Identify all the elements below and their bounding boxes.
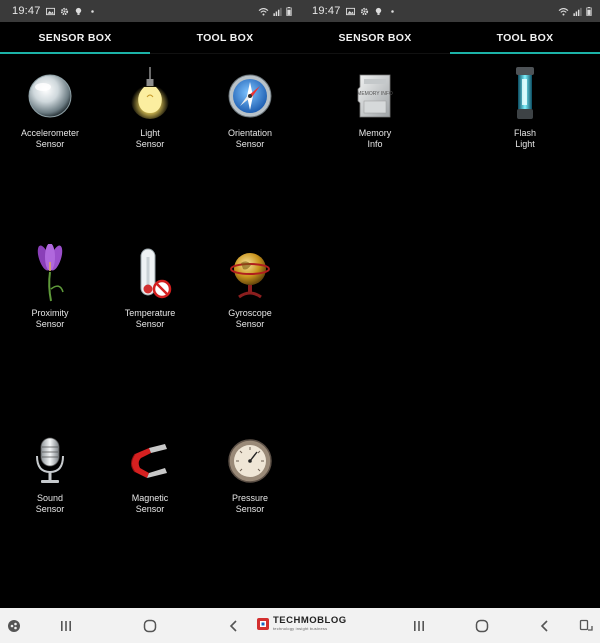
proximity-sensor-item[interactable]: Proximity Sensor [0, 244, 100, 329]
crystal-ball-icon [28, 74, 72, 118]
sensor-label-line1: Sound [36, 493, 64, 503]
home-button[interactable] [135, 614, 165, 638]
light-sensor-item[interactable]: Light Sensor [100, 67, 200, 149]
status-time: 19:47 [12, 5, 41, 17]
sensor-label-line1: Temperature [124, 308, 176, 318]
sensor-label-line2: Sensor [35, 318, 65, 329]
sensor-label-line1: Pressure [231, 493, 268, 503]
sensor-label-line1: Accelerometer [20, 128, 80, 138]
wifi-icon [258, 7, 269, 15]
dot-notification-icon [90, 9, 94, 13]
tab-sensor-box[interactable]: SENSOR BOX [0, 22, 150, 54]
memory-info-item[interactable]: MEMORY INFO Memory Info [325, 71, 425, 149]
sensor-label-line1: Proximity [31, 308, 69, 318]
magnetic-sensor-item[interactable]: Magnetic Sensor [100, 436, 200, 514]
sensor-label-line2: Sensor [35, 503, 65, 514]
sensor-label-line1: Gyroscope [228, 308, 272, 318]
bulb-notification-icon [375, 7, 381, 15]
battery-icon [286, 6, 292, 16]
screenshot-tool-button[interactable] [6, 618, 22, 634]
signal-icon [573, 7, 582, 16]
gyroscope-sensor-item[interactable]: Gyroscope Sensor [200, 251, 300, 329]
back-icon [540, 619, 548, 632]
status-time: 19:47 [312, 5, 341, 17]
back-button[interactable] [219, 614, 249, 638]
tab-tool-box[interactable]: TOOL BOX [450, 22, 600, 54]
sound-sensor-item[interactable]: Sound Sensor [0, 436, 100, 514]
navigation-bar-right [300, 608, 600, 643]
sensor-label-line2: Sensor [235, 318, 265, 329]
rotate-screen-button[interactable] [578, 618, 594, 634]
barometer-icon [228, 439, 272, 483]
bulb-notification-icon [75, 7, 81, 15]
dot-notification-icon [390, 9, 394, 13]
status-bar: 19:47 [0, 0, 300, 22]
settings-notification-icon [360, 7, 368, 15]
rotate-screen-icon [579, 619, 593, 631]
recent-apps-button[interactable] [51, 614, 81, 638]
memory-card-icon: MEMORY INFO [357, 74, 393, 118]
temperature-sensor-item[interactable]: Temperature Sensor [100, 248, 200, 329]
navigation-bar-left [0, 608, 300, 643]
sensor-label-line2: Sensor [135, 503, 165, 514]
tab-sensor-box[interactable]: SENSOR BOX [300, 22, 450, 53]
tab-bar: SENSOR BOX TOOL BOX [0, 22, 300, 54]
recent-apps-icon [413, 620, 424, 631]
flash-light-item[interactable]: Flash Light [475, 67, 575, 149]
sensor-label-line2: Sensor [135, 138, 165, 149]
light-bulb-icon [131, 67, 169, 119]
image-notification-icon [45, 7, 55, 15]
sensor-label-line2: Sensor [35, 138, 65, 149]
orientation-sensor-item[interactable]: Orientation Sensor [200, 71, 300, 149]
settings-notification-icon [60, 7, 68, 15]
back-icon [229, 619, 237, 632]
sensor-label-line2: Sensor [135, 318, 165, 329]
back-button[interactable] [530, 614, 560, 638]
tool-box-screen: 19:47 SENSOR BOX TOOL BOX MEMORY INFO Me… [300, 0, 600, 608]
home-button[interactable] [467, 614, 497, 638]
screenshot-tool-icon [8, 620, 20, 632]
navigation-bar [0, 608, 600, 643]
microphone-icon [36, 437, 64, 483]
image-notification-icon [345, 7, 355, 15]
signal-icon [273, 7, 282, 16]
recent-apps-icon [61, 620, 71, 631]
sensor-label-line2: Sensor [235, 138, 265, 149]
compass-icon [228, 74, 272, 118]
sensor-label-line1: Magnetic [131, 493, 169, 503]
recent-apps-button[interactable] [404, 614, 434, 638]
sensor-box-screen: 19:47 SENSOR BOX TOOL BOX Accelerometer … [0, 0, 300, 608]
status-bar: 19:47 [300, 0, 600, 22]
pressure-sensor-item[interactable]: Pressure Sensor [200, 436, 300, 514]
home-icon [143, 619, 157, 632]
flashlight-icon [516, 67, 534, 119]
sensor-label-line1: Orientation [227, 128, 273, 138]
tab-bar: SENSOR BOX TOOL BOX [300, 22, 600, 54]
accelerometer-sensor-item[interactable]: Accelerometer Sensor [0, 71, 100, 149]
tool-label-line2: Light [515, 138, 535, 149]
globe-icon [230, 253, 270, 299]
tab-tool-box[interactable]: TOOL BOX [150, 22, 300, 53]
home-icon [475, 619, 488, 632]
tool-label-line1: Memory [358, 128, 392, 138]
memory-card-text: MEMORY INFO [357, 91, 393, 97]
tool-label-line2: Info [367, 138, 383, 149]
sensor-label-line2: Sensor [235, 503, 265, 514]
sensor-label-line1: Light [140, 128, 160, 138]
tool-label-line1: Flash [513, 128, 536, 138]
wifi-icon [558, 7, 569, 15]
thermometer-icon [140, 248, 172, 299]
flower-icon [37, 244, 64, 302]
magnet-icon [131, 444, 167, 478]
battery-icon [586, 6, 592, 16]
